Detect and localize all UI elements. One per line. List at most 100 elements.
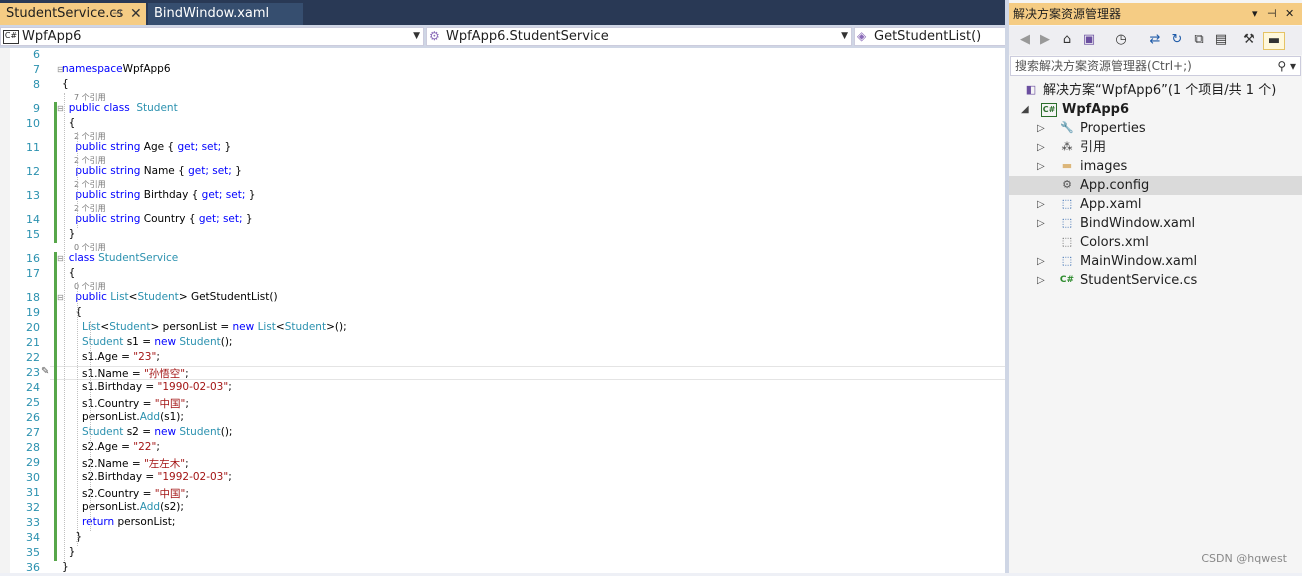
code-line[interactable]: 7 namespaceWpfApp6 [0, 63, 1005, 78]
preview-selected-items-icon[interactable]: ▬ [1263, 32, 1285, 50]
tree-item-project[interactable]: ◢ C# WpfApp6 [1009, 100, 1302, 119]
expanded-arrow-icon[interactable]: ◢ [1021, 100, 1031, 119]
keyword-token: new [154, 336, 177, 348]
code-line[interactable]: 15 } [0, 228, 1005, 243]
code-line[interactable]: 31 s2.Country = "中国"; [0, 486, 1005, 501]
back-icon[interactable]: ◀ [1017, 32, 1033, 48]
code-text: s2.Birthday = "1992-02-03"; [62, 471, 232, 483]
forward-icon[interactable]: ▶ [1037, 32, 1053, 48]
code-line[interactable]: 12 public string Name { get; set; } [0, 165, 1005, 180]
close-icon[interactable]: ✕ [1285, 3, 1294, 25]
collapse-all-icon[interactable]: ⧉ [1191, 32, 1207, 48]
code-line[interactable]: 30 s2.Birthday = "1992-02-03"; [0, 471, 1005, 486]
type-token: Add [139, 501, 161, 513]
code-line[interactable]: 16 class StudentService [0, 252, 1005, 267]
line-number: 6 [33, 48, 40, 61]
home-icon[interactable]: ⌂ [1059, 32, 1075, 48]
tree-item-label: MainWindow.xaml [1080, 254, 1198, 269]
line-number: 16 [26, 252, 40, 265]
line-number: 25 [26, 396, 40, 409]
code-text: s1.Country = "中国"; [62, 396, 189, 411]
project-dropdown[interactable]: C# WpfApp6 ▼ [0, 27, 424, 46]
keyword-token: get; set; [198, 213, 243, 225]
code-line[interactable]: 23 s1.Name = "孙悟空"; [0, 366, 1005, 381]
collapse-region-icon[interactable]: ⊟ [57, 65, 64, 74]
pin-icon[interactable]: ⊣ [112, 3, 122, 25]
search-input[interactable]: 搜索解决方案资源管理器(Ctrl+;) ⚲ ▾ [1010, 56, 1301, 76]
type-token: List [257, 321, 276, 333]
pin-icon[interactable]: ⊣ [1267, 3, 1277, 25]
expand-arrow-icon[interactable]: ▷ [1037, 214, 1047, 233]
pending-changes-filter-icon[interactable]: ◷ [1113, 32, 1129, 48]
collapse-region-icon[interactable]: ⊟ [57, 254, 64, 263]
code-token: Birthday { [140, 189, 202, 201]
code-line[interactable]: 32 personList.Add(s2); [0, 501, 1005, 516]
line-number: 32 [26, 501, 40, 514]
collapse-region-icon[interactable]: ⊟ [57, 293, 64, 302]
code-line[interactable]: 18 public List<Student> GetStudentList() [0, 291, 1005, 306]
keyword-token: namespace [62, 63, 123, 75]
code-line[interactable]: 14 public string Country { get; set; } [0, 213, 1005, 228]
tree-item[interactable]: ▷ ▬ images [1009, 157, 1302, 176]
tree-item[interactable]: ▷ ⁂ 引用 [1009, 138, 1302, 157]
show-all-files-icon[interactable]: ▤ [1213, 32, 1229, 48]
code-token: s2.Country = [62, 488, 155, 500]
tree-item[interactable]: ▷ ⬚ BindWindow.xaml [1009, 214, 1302, 233]
tree-item[interactable]: ⚙ App.config [1009, 176, 1302, 195]
tree-item[interactable]: ▷ ⬚ MainWindow.xaml [1009, 252, 1302, 271]
indent-guide [64, 93, 65, 561]
code-line[interactable]: 17 { [0, 267, 1005, 282]
expand-arrow-icon[interactable]: ▷ [1037, 157, 1047, 176]
code-text: { [62, 306, 82, 318]
tree-item[interactable]: ▷ ⬚ App.xaml [1009, 195, 1302, 214]
code-line[interactable]: 26 personList.Add(s1); [0, 411, 1005, 426]
close-icon[interactable]: ✕ [130, 3, 142, 25]
expand-arrow-icon[interactable]: ▷ [1037, 138, 1047, 157]
tree-item[interactable]: ▷ C# StudentService.cs [1009, 271, 1302, 290]
code-line[interactable]: 28 s2.Age = "22"; [0, 441, 1005, 456]
code-line[interactable]: 29 s2.Name = "左左木"; [0, 456, 1005, 471]
code-line[interactable]: 10 { [0, 117, 1005, 132]
member-dropdown[interactable]: ◈ GetStudentList() [854, 27, 1007, 46]
code-line[interactable]: 19 { [0, 306, 1005, 321]
code-editor[interactable]: 6 7 namespaceWpfApp6 8{7 个引用 9 public class … [0, 48, 1005, 576]
code-line[interactable]: 35 } [0, 546, 1005, 561]
refresh-icon[interactable]: ↻ [1169, 32, 1185, 48]
class-dropdown[interactable]: ⚙ WpfApp6.StudentService ▼ [426, 27, 852, 46]
code-line[interactable]: 36} [0, 561, 1005, 576]
sync-icon[interactable]: ⇄ [1147, 32, 1163, 48]
tab-studentservice[interactable]: StudentService.cs ⊣ ✕ [0, 3, 146, 25]
tree-item-solution[interactable]: ◧ 解决方案“WpfApp6”(1 个项目/共 1 个) [1009, 81, 1302, 100]
expand-arrow-icon[interactable]: ▷ [1037, 119, 1047, 138]
code-line[interactable]: 24 s1.Birthday = "1990-02-03"; [0, 381, 1005, 396]
properties-wrench-icon[interactable]: ⚒ [1241, 32, 1257, 48]
expand-arrow-icon[interactable]: ▷ [1037, 195, 1047, 214]
code-line[interactable]: 9 public class Student [0, 102, 1005, 117]
tree-item[interactable]: ▷ 🔧 Properties [1009, 119, 1302, 138]
code-line[interactable]: 22 s1.Age = "23"; [0, 351, 1005, 366]
keyword-token: get; set; [177, 141, 222, 153]
code-text: s1.Name = "孙悟空"; [62, 366, 189, 381]
switch-views-icon[interactable]: ▣ [1081, 32, 1097, 48]
xaml-file-icon: ⬚ [1061, 254, 1073, 267]
dropdown-icon[interactable]: ▾ [1252, 3, 1258, 25]
line-number: 34 [26, 531, 40, 544]
expand-arrow-icon[interactable]: ▷ [1037, 252, 1047, 271]
tab-bindwindow[interactable]: BindWindow.xaml [148, 3, 303, 25]
code-line[interactable]: 20 List<Student> personList = new List<S… [0, 321, 1005, 336]
code-line[interactable]: 11 public string Age { get; set; } [0, 141, 1005, 156]
project-dropdown-value: WpfApp6 [22, 29, 82, 44]
code-line[interactable]: 8{ [0, 78, 1005, 93]
code-line[interactable]: 33 return personList; [0, 516, 1005, 531]
code-line[interactable]: 27 Student s2 = new Student(); [0, 426, 1005, 441]
code-line[interactable]: 21 Student s1 = new Student(); [0, 336, 1005, 351]
code-line[interactable]: 13 public string Birthday { get; set; } [0, 189, 1005, 204]
code-line[interactable]: 6 [0, 48, 1005, 63]
collapse-region-icon[interactable]: ⊟ [57, 104, 64, 113]
code-line[interactable]: 25 s1.Country = "中国"; [0, 396, 1005, 411]
tree-item-label: images [1080, 159, 1128, 174]
expand-arrow-icon[interactable]: ▷ [1037, 271, 1047, 290]
code-text: public string Age { get; set; } [62, 141, 231, 153]
code-line[interactable]: 34 } [0, 531, 1005, 546]
tree-item[interactable]: ⬚ Colors.xml [1009, 233, 1302, 252]
